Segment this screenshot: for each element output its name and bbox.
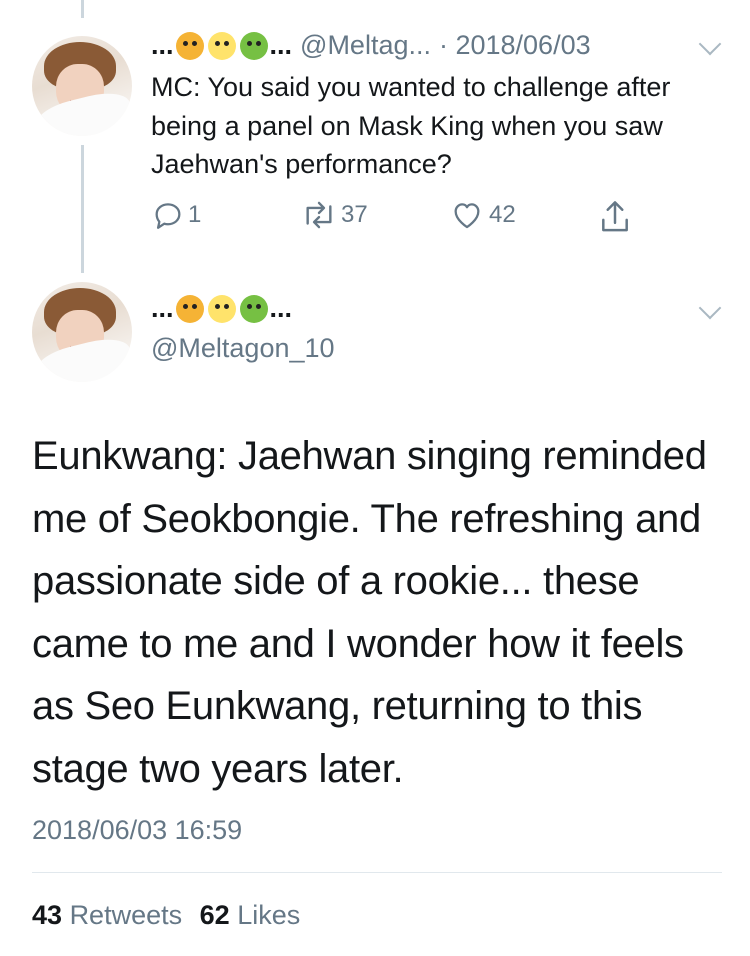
share-icon <box>602 201 628 232</box>
tweet-text: Eunkwang: Jaehwan singing reminded me of… <box>32 434 707 791</box>
display-name[interactable]: ... ... <box>151 30 292 61</box>
likes-label: Likes <box>237 900 301 930</box>
reply-count: 1 <box>188 201 202 228</box>
reply-icon <box>155 203 181 229</box>
like-button[interactable]: 42 <box>449 198 516 232</box>
share-button[interactable] <box>597 198 633 236</box>
reply-button[interactable]: 1 <box>151 198 201 232</box>
tiger-emoji-icon <box>175 294 204 323</box>
retweet-icon <box>306 201 332 229</box>
frog-emoji-icon <box>239 31 268 60</box>
hatching-chick-emoji-icon <box>207 294 236 323</box>
likes-stat[interactable]: 62 Likes <box>200 900 301 930</box>
tweet-stats: 43 Retweets 62 Likes <box>32 900 300 931</box>
tweet-header: ... ... @Meltag... · 2018/06/03 <box>151 30 591 61</box>
caret-down-icon[interactable] <box>698 296 722 320</box>
likes-count: 62 <box>199 900 230 930</box>
caret-down-icon[interactable] <box>698 32 722 56</box>
retweet-button[interactable]: 37 <box>299 198 368 232</box>
thread-line <box>81 0 84 18</box>
frog-emoji-icon <box>239 294 268 323</box>
tiger-emoji-icon <box>175 31 204 60</box>
user-handle[interactable]: @Meltagon_10 <box>151 333 335 364</box>
tweet-date[interactable]: · 2018/06/03 <box>439 30 591 61</box>
like-count: 42 <box>489 201 516 228</box>
retweet-count: 37 <box>341 201 368 228</box>
avatar[interactable] <box>32 36 132 136</box>
user-handle[interactable]: @Meltag... <box>300 30 431 61</box>
display-name[interactable]: ... ... <box>151 293 292 324</box>
avatar[interactable] <box>32 282 132 382</box>
retweets-stat[interactable]: 43 Retweets <box>32 900 190 930</box>
retweets-count: 43 <box>32 900 63 930</box>
tweet-actions: 1 37 42 <box>151 198 651 238</box>
like-icon <box>454 203 480 229</box>
thread-line <box>81 145 84 273</box>
retweets-label: Retweets <box>69 900 183 930</box>
tweet-text: MC: You said you wanted to challenge aft… <box>151 72 671 179</box>
divider <box>32 872 722 873</box>
tweet-timestamp[interactable]: 2018/06/03 16:59 <box>32 815 242 846</box>
hatching-chick-emoji-icon <box>207 31 236 60</box>
